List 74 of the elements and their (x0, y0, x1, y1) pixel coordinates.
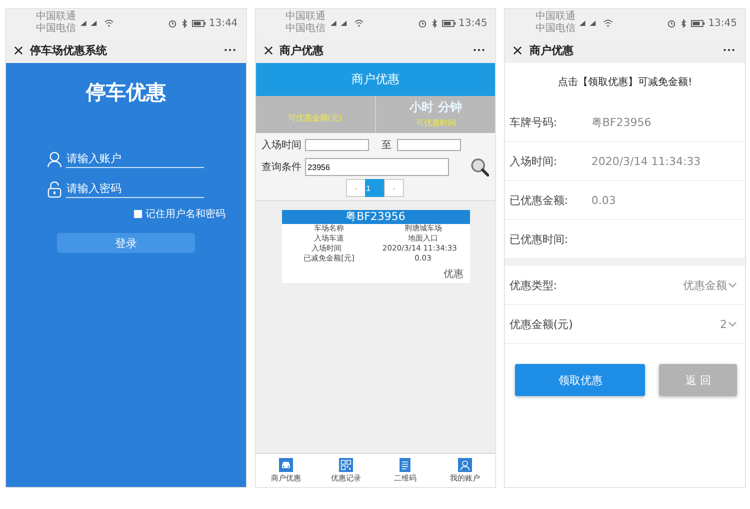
app-heading: 停车优惠 (86, 79, 166, 106)
carrier-name: 中国联通 (535, 11, 576, 22)
login-field[interactable]: 请输入账户 (66, 150, 204, 168)
close-icon[interactable] (264, 46, 273, 54)
wifi-icon (354, 19, 364, 27)
status-time: 13:45 (458, 18, 488, 28)
field-label: 优惠类型: (509, 278, 558, 292)
status-time: 13:44 (208, 18, 238, 28)
more-icon[interactable] (473, 48, 486, 52)
page-button[interactable]: - (384, 179, 404, 197)
filter-label: 至 (382, 139, 392, 152)
back-button[interactable]: 返 回 (659, 364, 738, 396)
field-value: 粤BF23956 (591, 114, 652, 130)
plate-number: 粤BF23956 (282, 210, 470, 224)
bluetooth-icon (180, 18, 189, 28)
filter-label: 入场时间 (262, 138, 302, 152)
field-label: 车牌号码: (509, 114, 558, 130)
car-icon (278, 458, 293, 472)
wifi-icon (603, 19, 614, 27)
carrier-name: 中国电信 (286, 23, 326, 35)
close-icon[interactable] (14, 46, 23, 54)
summary-label: 可优惠时间 (416, 118, 456, 129)
page-title: 停车场优惠系统 (30, 42, 108, 58)
start-time-field[interactable] (304, 139, 369, 151)
field-label: 优惠金额(元) (509, 316, 574, 332)
bluetooth-icon (430, 18, 439, 28)
document-icon (398, 458, 412, 472)
query-field[interactable]: 23956 (304, 158, 449, 176)
carrier-name: 中国联通 (286, 11, 326, 22)
field-value: 0.03 (591, 194, 616, 206)
field-label: 入场时间: (509, 154, 558, 168)
alarm-icon (168, 18, 177, 28)
notice-text: 点击【领取优惠】可减免金额! (557, 76, 694, 90)
wifi-icon (104, 19, 114, 27)
more-icon[interactable] (224, 48, 236, 52)
alarm-icon (667, 18, 676, 28)
field-label: 已优惠时间: (509, 232, 570, 246)
summary-label: 可优惠金额(元) (288, 112, 342, 124)
battery-icon (691, 18, 706, 28)
select-field[interactable]: 2 (720, 318, 738, 330)
user-icon (47, 150, 62, 168)
discount-link[interactable]: 优惠 (444, 267, 464, 281)
remember-checkbox[interactable] (134, 210, 142, 218)
page-header: 商户优惠 (256, 63, 496, 96)
chevron-down-icon (728, 282, 738, 288)
bluetooth-icon (679, 18, 688, 28)
page-button[interactable]: - (346, 179, 366, 197)
login-button[interactable]: 登录 (56, 233, 195, 253)
carrier-name: 中国电信 (36, 23, 76, 35)
filter-label: 查询条件 (262, 160, 302, 174)
search-icon[interactable] (470, 157, 490, 177)
status-time: 13:45 (708, 18, 738, 28)
page-title: 商户优惠 (529, 42, 574, 58)
page-title: 商户优惠 (280, 42, 325, 58)
login-field[interactable]: 请输入密码 (66, 180, 204, 198)
summary-value: 小时 分钟 (410, 99, 462, 116)
battery-icon (192, 18, 206, 28)
battery-icon (442, 18, 456, 28)
remember-label: 记住用户名和密码 (145, 208, 226, 221)
chevron-down-icon (728, 321, 738, 327)
alarm-icon (418, 18, 427, 28)
end-time-field[interactable] (396, 139, 461, 151)
page-button[interactable]: 1 (365, 179, 385, 197)
carrier-name: 中国联通 (36, 11, 76, 22)
claim-button[interactable]: 领取优惠 (515, 364, 646, 396)
more-icon[interactable] (723, 48, 736, 52)
lock-icon (47, 180, 62, 198)
close-icon[interactable] (513, 46, 522, 54)
qr-code-icon (338, 458, 353, 472)
carrier-name: 中国电信 (535, 23, 576, 35)
field-value: 2020/3/14 11:34:33 (591, 154, 701, 168)
select-field[interactable]: 优惠金额 (683, 278, 738, 292)
user-icon (458, 458, 472, 472)
field-label: 已优惠金额: (509, 192, 570, 208)
